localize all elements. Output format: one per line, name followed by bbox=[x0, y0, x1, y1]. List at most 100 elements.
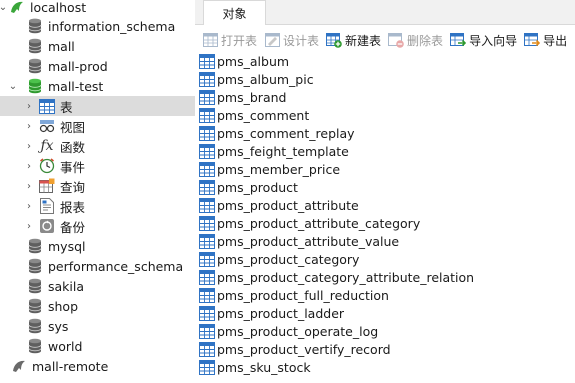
chevron-right-icon[interactable]: › bbox=[24, 196, 34, 216]
design-table-label: 设计表 bbox=[283, 33, 320, 48]
database-label: mysql bbox=[48, 238, 86, 254]
tree-item-functions[interactable]: › ƒx 函数 bbox=[0, 136, 195, 156]
database-icon bbox=[26, 57, 44, 75]
table-list-item[interactable]: pms_sku_stock bbox=[199, 358, 575, 376]
tree-item-tables[interactable]: › 表 bbox=[0, 96, 195, 116]
chevron-right-icon[interactable]: › bbox=[24, 96, 34, 116]
open-table-icon bbox=[202, 32, 218, 48]
tree-connection-localhost[interactable]: ⌄ localhost bbox=[0, 0, 195, 17]
chevron-right-icon[interactable]: › bbox=[24, 116, 34, 136]
export-wizard-label: 导出 bbox=[543, 33, 568, 48]
chevron-right-icon[interactable]: › bbox=[24, 136, 34, 156]
objects-panel: 对象 打开表 设计表 新建表 删除表 导入向导 导出 pms_album pms… bbox=[195, 0, 575, 383]
table-icon bbox=[199, 305, 215, 321]
table-name: pms_feight_template bbox=[217, 143, 349, 159]
import-wizard-label: 导入向导 bbox=[469, 33, 518, 48]
database-icon bbox=[26, 37, 44, 55]
database-label: mall bbox=[48, 38, 75, 54]
tree-database-shop[interactable]: shop bbox=[0, 296, 195, 316]
table-list-item[interactable]: pms_album bbox=[199, 52, 575, 70]
table-name: pms_product_ladder bbox=[217, 305, 345, 321]
tree-database-mall-test[interactable]: ⌄ mall-test bbox=[0, 76, 195, 96]
delete-table-button[interactable]: 删除表 bbox=[388, 29, 443, 51]
import-wizard-button[interactable]: 导入向导 bbox=[450, 29, 517, 51]
open-table-label: 打开表 bbox=[221, 33, 258, 48]
tree-item-events[interactable]: › 事件 bbox=[0, 156, 195, 176]
tree-item-label: 函数 bbox=[60, 139, 86, 155]
tree-database-information-schema[interactable]: information_schema bbox=[0, 16, 195, 36]
database-icon bbox=[26, 337, 44, 355]
table-list-item[interactable]: pms_product_attribute_category bbox=[199, 214, 575, 232]
table-list-item[interactable]: pms_member_price bbox=[199, 160, 575, 178]
tree-database-mysql[interactable]: mysql bbox=[0, 236, 195, 256]
tree-database-mall-prod[interactable]: mall-prod bbox=[0, 56, 195, 76]
tree-item-label: 报表 bbox=[60, 199, 86, 215]
table-list-item[interactable]: pms_product_attribute bbox=[199, 196, 575, 214]
new-table-button[interactable]: 新建表 bbox=[326, 29, 381, 51]
chevron-right-icon[interactable]: › bbox=[24, 156, 34, 176]
chevron-right-icon[interactable]: › bbox=[24, 216, 34, 236]
database-label: information_schema bbox=[48, 18, 176, 34]
tree-database-mall[interactable]: mall bbox=[0, 36, 195, 56]
tree-connection-mall-remote[interactable]: mall-remote bbox=[0, 356, 195, 376]
database-icon bbox=[26, 237, 44, 255]
table-list-item[interactable]: pms_product_operate_log bbox=[199, 322, 575, 340]
tree-item-backups[interactable]: › 备份 bbox=[0, 216, 195, 236]
connection-dolphin-icon bbox=[10, 357, 28, 375]
table-list-item[interactable]: pms_product_vertify_record bbox=[199, 340, 575, 358]
table-list-item[interactable]: pms_comment bbox=[199, 106, 575, 124]
table-icon bbox=[199, 233, 215, 249]
table-name: pms_product_attribute bbox=[217, 197, 359, 213]
report-icon bbox=[38, 197, 56, 215]
table-list-item[interactable]: pms_product_category bbox=[199, 250, 575, 268]
design-table-button[interactable]: 设计表 bbox=[264, 29, 319, 51]
tree-item-label: 备份 bbox=[60, 219, 86, 235]
connection-label: mall-remote bbox=[32, 358, 109, 374]
table-list-item[interactable]: pms_brand bbox=[199, 88, 575, 106]
table-name: pms_sku_stock bbox=[217, 359, 311, 375]
tab-objects[interactable]: 对象 bbox=[203, 0, 266, 25]
chevron-right-icon[interactable]: › bbox=[24, 176, 34, 196]
database-label: sakila bbox=[48, 278, 85, 294]
connection-label: localhost bbox=[30, 0, 87, 15]
table-list-item[interactable]: pms_product_full_reduction bbox=[199, 286, 575, 304]
tree-item-label: 事件 bbox=[60, 159, 86, 175]
table-name: pms_product_attribute_value bbox=[217, 233, 400, 249]
design-table-icon bbox=[264, 32, 280, 48]
table-list-item[interactable]: pms_product_attribute_value bbox=[199, 232, 575, 250]
table-list-item[interactable]: pms_product bbox=[199, 178, 575, 196]
view-glasses-icon bbox=[38, 117, 56, 135]
tree-database-performance-schema[interactable]: performance_schema bbox=[0, 256, 195, 276]
table-name: pms_comment_replay bbox=[217, 125, 355, 141]
table-name: pms_brand bbox=[217, 89, 287, 105]
database-icon bbox=[26, 257, 44, 275]
table-name: pms_comment bbox=[217, 107, 310, 123]
tree-item-queries[interactable]: › 查询 bbox=[0, 176, 195, 196]
tree-database-world[interactable]: world bbox=[0, 336, 195, 356]
table-list-item[interactable]: pms_album_pic bbox=[199, 70, 575, 88]
table-icon bbox=[199, 323, 215, 339]
query-icon bbox=[38, 177, 56, 195]
table-list-item[interactable]: pms_comment_replay bbox=[199, 124, 575, 142]
tree-database-sakila[interactable]: sakila bbox=[0, 276, 195, 296]
tree-database-sys[interactable]: sys bbox=[0, 316, 195, 336]
tree-item-views[interactable]: › 视图 bbox=[0, 116, 195, 136]
open-table-button[interactable]: 打开表 bbox=[202, 29, 257, 51]
delete-table-label: 删除表 bbox=[407, 33, 444, 48]
table-name: pms_album_pic bbox=[217, 71, 314, 87]
backup-icon bbox=[38, 217, 56, 235]
table-icon bbox=[199, 287, 215, 303]
tree-item-reports[interactable]: › 报表 bbox=[0, 196, 195, 216]
table-list: pms_album pms_album_pic pms_brand pms_comme… bbox=[199, 52, 575, 376]
database-icon bbox=[26, 297, 44, 315]
table-list-item[interactable]: pms_product_ladder bbox=[199, 304, 575, 322]
function-fx-icon: ƒx bbox=[40, 138, 54, 154]
table-icon bbox=[199, 161, 215, 177]
table-list-item[interactable]: pms_feight_template bbox=[199, 142, 575, 160]
table-list-item[interactable]: pms_product_category_attribute_relation bbox=[199, 268, 575, 286]
database-icon bbox=[26, 17, 44, 35]
export-wizard-button[interactable]: 导出 bbox=[524, 29, 567, 51]
chevron-down-icon[interactable]: ⌄ bbox=[8, 76, 18, 96]
database-label: shop bbox=[48, 298, 79, 314]
chevron-down-icon[interactable]: ⌄ bbox=[0, 0, 8, 17]
